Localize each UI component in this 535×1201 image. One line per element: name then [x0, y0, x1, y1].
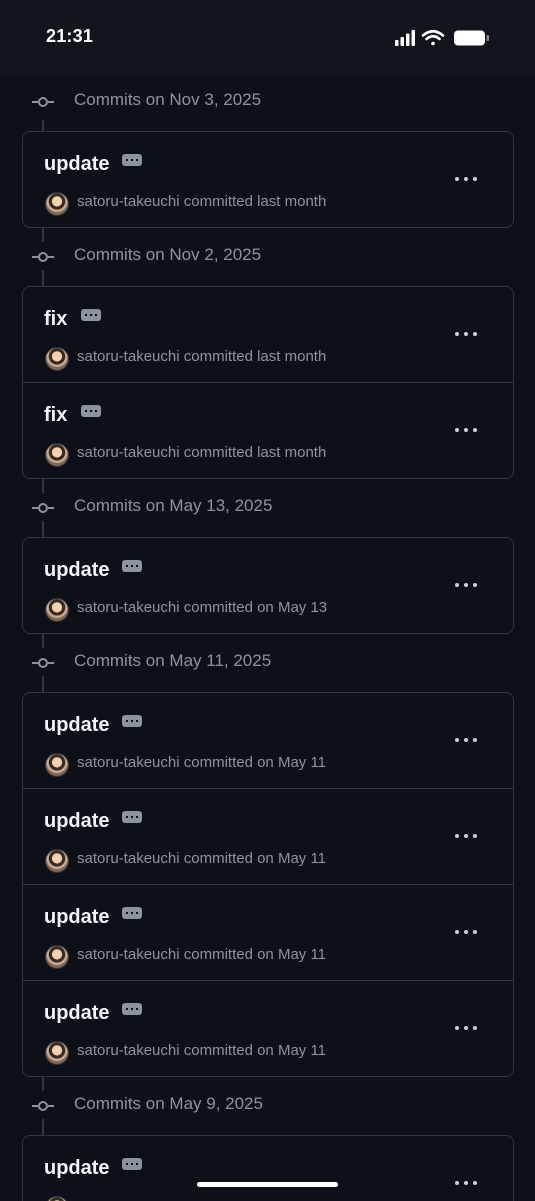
ellipsis-icon[interactable] — [81, 405, 101, 417]
commit-meta: satoru-takeuchi committed last month — [77, 444, 327, 461]
avatar — [45, 1196, 69, 1201]
ellipsis-icon[interactable] — [122, 715, 142, 727]
kebab-horizontal-icon[interactable] — [455, 737, 477, 743]
home-indicator[interactable] — [197, 1182, 338, 1187]
commit-row[interactable]: update satoru-takeuchi committed on May … — [23, 538, 513, 633]
avatar — [45, 945, 69, 969]
commit-meta: satoru-takeuchi committed on May 13 — [77, 599, 328, 616]
avatar — [45, 598, 69, 622]
commit-meta: satoru-takeuchi committed last month — [77, 348, 327, 365]
commit-message[interactable]: update — [44, 906, 110, 929]
avatar — [45, 443, 69, 467]
commit-message[interactable]: update — [44, 810, 110, 833]
status-icons — [395, 28, 491, 48]
day-label: Commits on Nov 3, 2025 — [74, 90, 262, 109]
commit-timeline[interactable]: Commits on Nov 3, 2025 update satoru-tak… — [0, 76, 535, 1201]
commit-message[interactable]: update — [44, 714, 110, 737]
kebab-horizontal-icon[interactable] — [455, 833, 477, 839]
kebab-horizontal-icon[interactable] — [455, 176, 477, 182]
commit-meta: satoru-takeuchi committed on May 11 — [77, 946, 327, 963]
timeline-connector — [42, 477, 44, 493]
timeline-connector — [42, 521, 44, 537]
commit-row[interactable]: update satoru-takeuchi committed on May … — [23, 693, 513, 789]
timeline-connector — [42, 226, 44, 242]
commit-meta: satoru-takeuchi committed on May 11 — [77, 850, 327, 867]
avatar — [45, 347, 69, 371]
commit-row[interactable]: fix satoru-takeuchi committed last month — [23, 287, 513, 383]
commit-card: update satoru-takeuchi committed on May … — [22, 692, 514, 1077]
avatar — [45, 1041, 69, 1065]
timeline-connector — [42, 632, 44, 648]
kebab-horizontal-icon[interactable] — [455, 929, 477, 935]
commit-meta: satoru-takeuchi committed last month — [77, 193, 327, 210]
day-label: Commits on May 9, 2025 — [74, 1094, 263, 1113]
ellipsis-icon[interactable] — [122, 1158, 142, 1170]
day-label: Commits on May 11, 2025 — [74, 651, 272, 670]
git-commit-icon — [32, 1101, 54, 1111]
ellipsis-icon[interactable] — [81, 309, 101, 321]
ellipsis-icon[interactable] — [122, 1003, 142, 1015]
status-bar: 21:31 — [0, 0, 535, 76]
commit-message[interactable]: fix — [44, 308, 67, 331]
cellular-signal-icon — [395, 30, 415, 46]
git-commit-icon — [32, 503, 54, 513]
commit-row[interactable]: update satoru-takeuchi committed on May … — [23, 981, 513, 1076]
timeline-connector — [42, 1119, 44, 1135]
git-commit-icon — [32, 252, 54, 262]
wifi-icon — [421, 29, 445, 46]
day-label: Commits on Nov 2, 2025 — [74, 245, 262, 264]
commit-row[interactable]: update satoru-takeuchi committed on May … — [23, 789, 513, 885]
status-time: 21:31 — [46, 26, 94, 46]
timeline-connector — [42, 676, 44, 692]
git-commit-icon — [32, 658, 54, 668]
ellipsis-icon[interactable] — [122, 907, 142, 919]
commit-row[interactable]: update satoru-takeuchi committed last mo… — [23, 132, 513, 227]
commit-message[interactable]: fix — [44, 404, 67, 427]
commit-message[interactable]: update — [44, 1002, 110, 1025]
avatar — [45, 753, 69, 777]
avatar — [45, 849, 69, 873]
ellipsis-icon[interactable] — [122, 560, 142, 572]
avatar — [45, 192, 69, 216]
git-commit-icon — [32, 97, 54, 107]
commit-card: update satoru-takeuchi committed last mo… — [22, 131, 514, 228]
commit-meta: satoru-takeuchi committed on May 11 — [77, 1042, 327, 1059]
commit-message[interactable]: update — [44, 559, 110, 582]
commit-row[interactable]: update satoru-takeuchi committed on May … — [23, 885, 513, 981]
day-label: Commits on May 13, 2025 — [74, 496, 273, 515]
kebab-horizontal-icon[interactable] — [455, 1025, 477, 1031]
kebab-horizontal-icon[interactable] — [455, 582, 477, 588]
commit-card: update — [22, 1135, 514, 1201]
commit-row[interactable]: fix satoru-takeuchi committed last month — [23, 383, 513, 478]
kebab-horizontal-icon[interactable] — [455, 331, 477, 337]
commit-meta: satoru-takeuchi committed on May 11 — [77, 754, 327, 771]
battery-icon — [454, 30, 489, 46]
commit-message[interactable]: update — [44, 1157, 110, 1180]
kebab-horizontal-icon[interactable] — [455, 427, 477, 433]
commit-card: update satoru-takeuchi committed on May … — [22, 537, 514, 634]
timeline-connector — [42, 1075, 44, 1091]
commit-card: fix satoru-takeuchi committed last month… — [22, 286, 514, 479]
ellipsis-icon[interactable] — [122, 811, 142, 823]
ellipsis-icon[interactable] — [122, 154, 142, 166]
commit-message[interactable]: update — [44, 153, 110, 176]
timeline-connector — [42, 270, 44, 286]
kebab-horizontal-icon[interactable] — [455, 1180, 477, 1186]
commit-row[interactable]: update — [23, 1136, 513, 1201]
